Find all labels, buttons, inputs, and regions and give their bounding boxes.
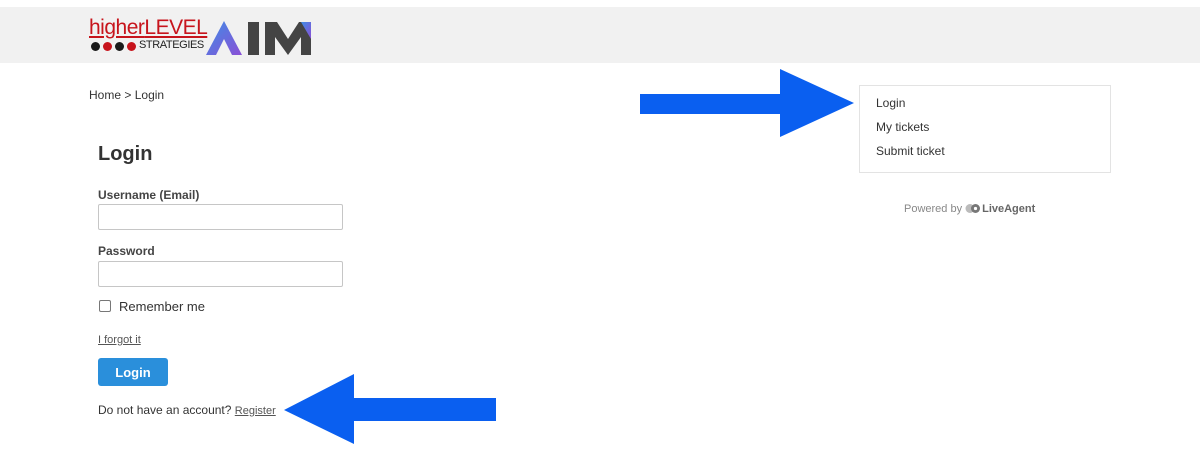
aim-logo-icon[interactable] [202, 19, 342, 57]
logo-higher-text: higher [89, 16, 145, 39]
register-link[interactable]: Register [235, 405, 276, 417]
side-menu-submit-ticket[interactable]: Submit ticket [876, 144, 945, 158]
higherlevel-strategies-logo[interactable]: higherLEVEL STRATEGIES [89, 16, 208, 57]
forgot-password-link[interactable]: I forgot it [98, 334, 141, 346]
liveagent-brand-text: LiveAgent [982, 203, 1036, 215]
left-pointing-arrow-icon [284, 374, 496, 444]
side-menu-my-tickets[interactable]: My tickets [876, 120, 929, 134]
breadcrumb: Home > Login [89, 88, 164, 102]
username-label: Username (Email) [98, 188, 200, 202]
liveagent-logo-icon [965, 204, 981, 213]
site-header: higherLEVEL STRATEGIES [0, 7, 1200, 63]
login-button[interactable]: Login [98, 358, 168, 386]
register-prompt: Do not have an account? Register [98, 403, 276, 417]
powered-by[interactable]: Powered by LiveAgent [904, 203, 1035, 217]
right-pointing-arrow-icon [640, 69, 854, 137]
page-title: Login [98, 143, 153, 165]
side-menu-login[interactable]: Login [876, 96, 905, 110]
no-account-text: Do not have an account? [98, 403, 232, 417]
breadcrumb-current: Login [134, 88, 165, 102]
breadcrumb-home[interactable]: Home [89, 88, 121, 102]
powered-by-text: Powered by [904, 203, 963, 215]
side-menu: Login My tickets Submit ticket [859, 85, 1111, 173]
password-label: Password [98, 244, 155, 258]
username-input[interactable] [98, 204, 343, 230]
remember-me-checkbox[interactable] [99, 300, 111, 312]
password-input[interactable] [98, 261, 343, 287]
logo-level-text: LEVEL [144, 16, 208, 39]
remember-me-label[interactable]: Remember me [119, 299, 205, 314]
breadcrumb-separator: > [124, 88, 132, 102]
logo-strategies-text: STRATEGIES [139, 39, 204, 51]
